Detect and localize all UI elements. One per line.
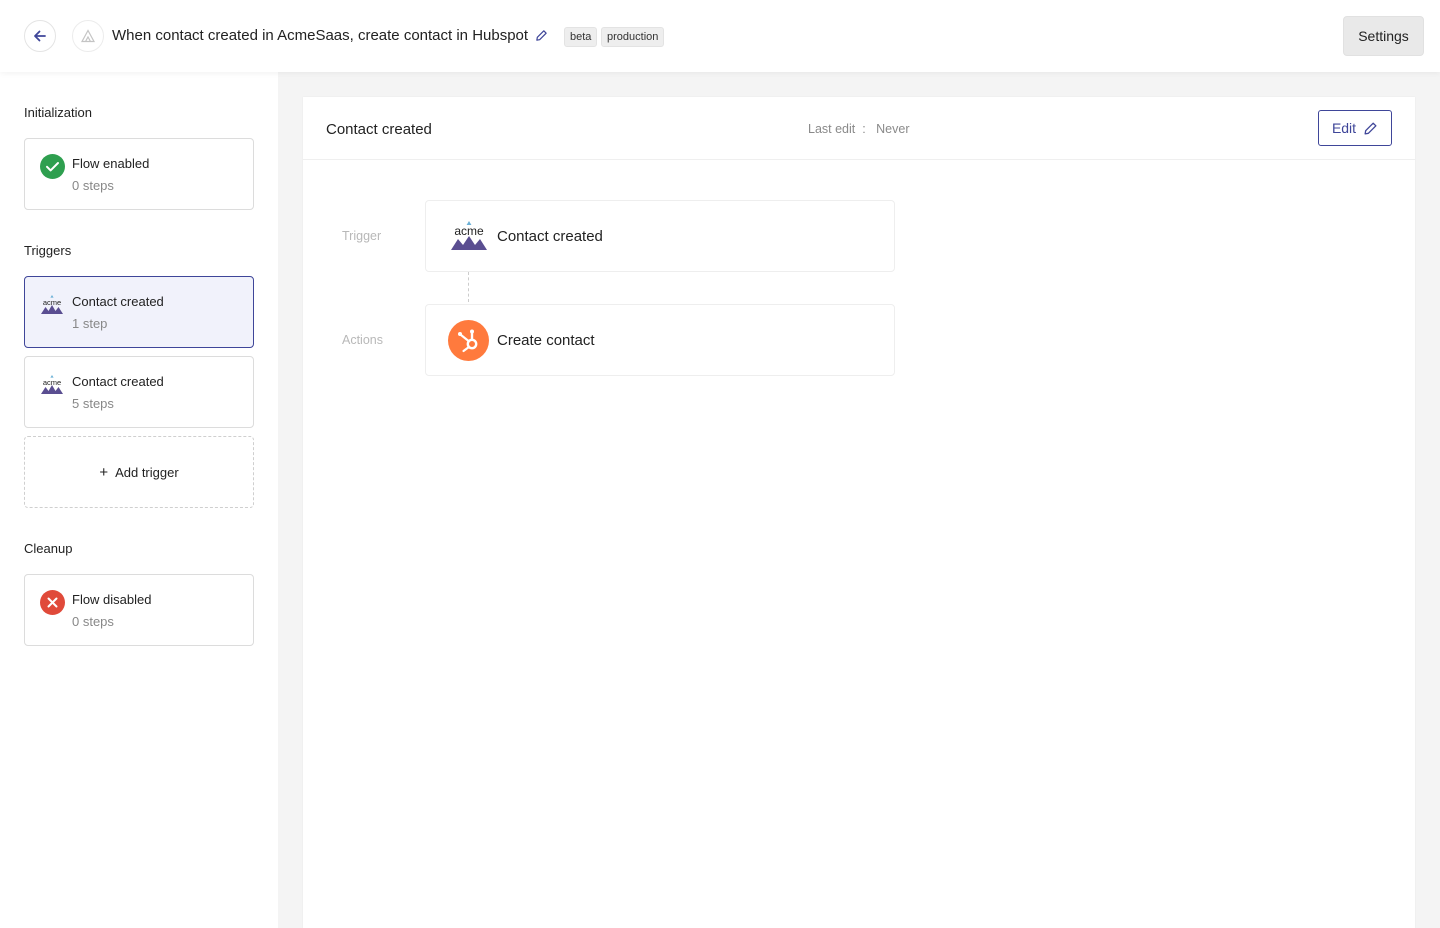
card-subtitle: 5 steps [72, 396, 114, 411]
actions-row-label: Actions [342, 333, 383, 347]
acme-logo-icon: acme [41, 295, 63, 314]
edit-title-button[interactable] [535, 29, 548, 47]
last-edit-value: Never [876, 122, 910, 136]
acme-logo-icon: acme [41, 375, 63, 394]
step-title: Contact created [497, 228, 603, 245]
cleanup-card[interactable]: Flow disabled 0 steps [24, 574, 254, 646]
edit-label: Edit [1331, 120, 1357, 136]
settings-button[interactable]: Settings [1343, 16, 1424, 56]
check-circle-icon [40, 154, 65, 179]
last-edit-label: Last edit [808, 122, 856, 136]
pencil-icon [1364, 122, 1377, 134]
card-subtitle: 0 steps [72, 614, 114, 629]
add-trigger-label: Add trigger [115, 464, 179, 480]
sidebar: Initialization Flow enabled 0 steps Trig… [0, 72, 278, 928]
initialization-card[interactable]: Flow enabled 0 steps [24, 138, 254, 210]
hubspot-logo-icon [448, 320, 489, 361]
trigger-step-card[interactable]: acme Contact created [425, 200, 895, 272]
action-step-card[interactable]: Create contact [425, 304, 895, 376]
add-trigger-button[interactable]: + Add trigger [24, 436, 254, 508]
card-title: Contact created [72, 374, 164, 389]
step-title: Create contact [497, 332, 595, 349]
card-title: Contact created [72, 294, 164, 309]
svg-text:acme: acme [454, 224, 484, 238]
trigger-card-contact-created[interactable]: acme Contact created 1 step [24, 276, 254, 348]
flow-connector [468, 272, 469, 302]
card-title: Flow enabled [72, 156, 150, 171]
tag-beta: beta [564, 27, 598, 47]
trigger-row-label: Trigger [342, 229, 382, 243]
app-logo [72, 20, 104, 52]
top-bar: When contact created in AcmeSaas, create… [0, 0, 1440, 72]
section-cleanup-heading: Cleanup [24, 541, 73, 556]
acme-logo-icon: acme [451, 221, 487, 250]
flow-detail-panel: Contact created Last edit : Never Edit T… [303, 97, 1415, 928]
acme-mountain-icon [80, 29, 96, 43]
x-circle-icon [40, 590, 65, 615]
arrow-left-icon [34, 30, 46, 42]
card-subtitle: 0 steps [72, 178, 114, 193]
back-button[interactable] [24, 20, 56, 52]
panel-header: Contact created Last edit : Never Edit [303, 97, 1415, 160]
tag-production: production [601, 27, 665, 47]
section-triggers-heading: Triggers [24, 243, 72, 258]
panel-title: Contact created [326, 121, 432, 138]
section-initialization-heading: Initialization [24, 105, 92, 120]
flow-title: When contact created in AcmeSaas, create… [112, 27, 529, 44]
trigger-card-contact-created[interactable]: acme Contact created 5 steps [24, 356, 254, 428]
edit-button[interactable]: Edit [1318, 110, 1392, 146]
last-edit-info: Last edit : Never [808, 122, 909, 136]
separator-colon: : [858, 122, 873, 136]
plus-icon: + [99, 463, 109, 481]
pencil-icon [536, 30, 547, 41]
card-subtitle: 1 step [72, 316, 108, 331]
card-title: Flow disabled [72, 592, 152, 607]
